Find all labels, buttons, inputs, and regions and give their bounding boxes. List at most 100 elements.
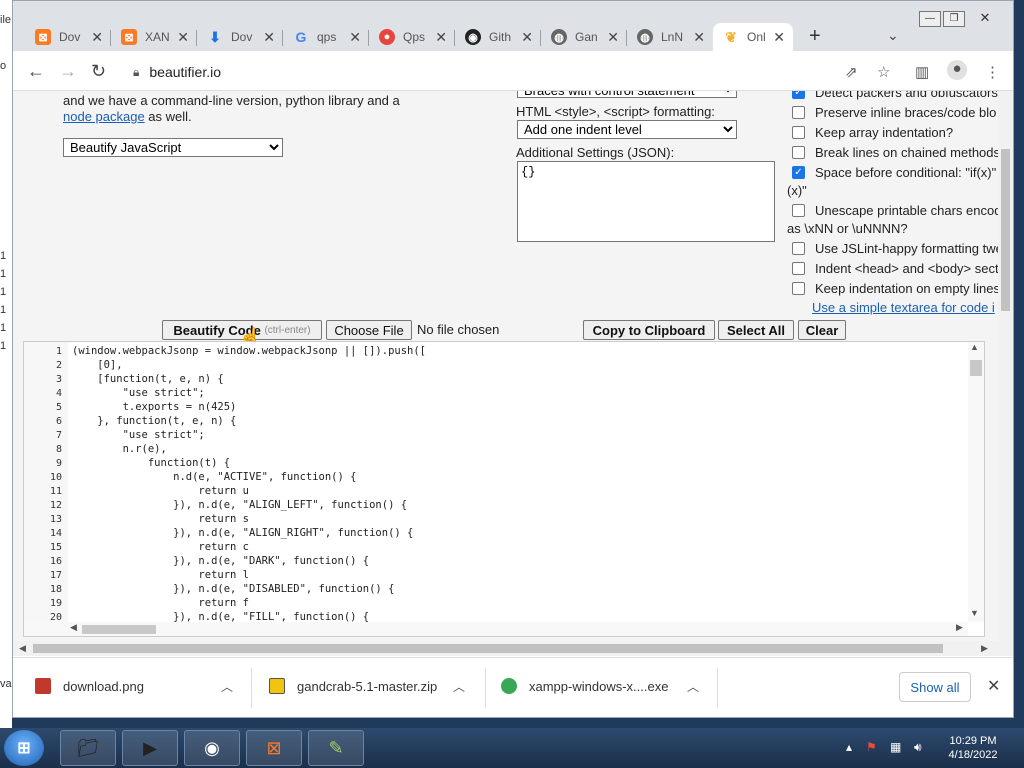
start-button[interactable]: ⊞: [4, 730, 44, 766]
volume-icon[interactable]: 🔊︎: [914, 740, 922, 755]
side-panel-icon[interactable]: ▥: [915, 63, 929, 81]
scroll-thumb[interactable]: [33, 644, 943, 653]
page-horizontal-scrollbar[interactable]: ◀ ▶: [13, 641, 1013, 656]
chevron-down-icon[interactable]: ⌄: [887, 27, 899, 44]
close-icon[interactable]: ✕: [607, 29, 619, 46]
clear-button[interactable]: Clear: [798, 320, 846, 340]
intro-text-2: node package as well.: [63, 109, 192, 124]
tab-2[interactable]: ⊠ XAN ✕: [111, 23, 197, 51]
tab-active[interactable]: ❦ Onl ✕: [713, 23, 793, 51]
close-icon[interactable]: ✕: [177, 29, 189, 46]
download-item[interactable]: gandcrab-5.1-master.zip: [269, 678, 437, 694]
xampp-icon[interactable]: ⊠: [246, 730, 302, 766]
checkbox-break-chained-methods[interactable]: Break lines on chained methods: [792, 145, 998, 160]
intro-text-rest: as well.: [144, 109, 192, 124]
tab-8[interactable]: ◍ LnN ✕: [627, 23, 713, 51]
desktop-text: 1: [0, 304, 7, 316]
action-center-icon[interactable]: ⚑: [866, 740, 877, 754]
additional-settings-textarea[interactable]: {}: [517, 161, 775, 242]
tab-label: Dov: [231, 30, 253, 44]
download-item[interactable]: xampp-windows-x....exe: [501, 678, 668, 694]
chevron-up-icon[interactable]: ︿: [687, 678, 699, 695]
copy-to-clipboard-button[interactable]: Copy to Clipboard: [583, 320, 715, 340]
editor-vertical-scrollbar[interactable]: ▲ ▼: [968, 342, 984, 622]
checkbox-indent-head-body[interactable]: Indent <head> and <body> sect: [792, 261, 998, 276]
tab-1[interactable]: ⊠ Dov ✕: [25, 23, 111, 51]
close-icon[interactable]: ✕: [263, 29, 275, 46]
checkbox-unescape-printable[interactable]: Unescape printable chars encod: [792, 203, 998, 218]
scroll-thumb[interactable]: [82, 625, 156, 634]
choose-file-button[interactable]: Choose File: [326, 320, 412, 340]
close-icon[interactable]: ✕: [773, 29, 785, 46]
close-window-icon[interactable]: ✕: [967, 11, 1003, 27]
new-tab-icon[interactable]: +: [809, 25, 821, 48]
profile-avatar-icon[interactable]: ●: [947, 60, 967, 80]
close-icon[interactable]: ✕: [435, 29, 447, 46]
bookmark-star-icon[interactable]: ☆: [877, 63, 890, 81]
forward-icon[interactable]: →: [59, 61, 77, 82]
tab-7[interactable]: ◍ Gan ✕: [541, 23, 627, 51]
simple-textarea-link[interactable]: Use a simple textarea for code i: [812, 300, 995, 315]
page-scroll-thumb[interactable]: [1001, 149, 1010, 311]
code-line: }, function(t, e, n) {: [72, 415, 237, 427]
tab-5[interactable]: ● Qps ✕: [369, 23, 455, 51]
node-package-link[interactable]: node package: [63, 109, 145, 124]
back-icon[interactable]: ←: [27, 61, 45, 82]
close-icon[interactable]: ✕: [521, 29, 533, 46]
github-icon: ◉: [465, 29, 481, 45]
select-all-button[interactable]: Select All: [718, 320, 794, 340]
checkbox-jslint-happy[interactable]: Use JSLint-happy formatting twe: [792, 241, 998, 256]
chevron-up-icon[interactable]: ▴: [846, 740, 852, 754]
scroll-thumb[interactable]: [970, 360, 982, 376]
checkbox-detect-packers[interactable]: ✓ Detect packers and obfuscators: [792, 91, 998, 100]
download-filename: download.png: [63, 678, 144, 694]
line-number: 13: [49, 514, 62, 525]
reload-icon[interactable]: ↻: [91, 61, 106, 82]
checkbox-preserve-inline-braces[interactable]: Preserve inline braces/code blo: [792, 105, 996, 120]
html-formatting-select[interactable]: Add one indent level: [517, 120, 737, 139]
explorer-icon[interactable]: 📁︎: [60, 730, 116, 766]
exe-file-icon: [501, 678, 517, 694]
scroll-down-icon[interactable]: ▼: [970, 608, 979, 618]
language-select[interactable]: Beautify JavaScript: [63, 138, 283, 157]
checkbox-keep-array-indentation[interactable]: Keep array indentation?: [792, 125, 953, 140]
download-filename: gandcrab-5.1-master.zip: [297, 678, 438, 694]
chevron-up-icon[interactable]: ︿: [221, 678, 233, 695]
scroll-left-icon[interactable]: ◀: [19, 643, 26, 654]
globe-icon: ◍: [637, 29, 653, 45]
address-bar[interactable]: 🔒︎ beautifier.io: [125, 57, 815, 87]
additional-settings-label: Additional Settings (JSON):: [516, 145, 675, 160]
show-all-button[interactable]: Show all: [899, 672, 971, 702]
notepad-plus-icon[interactable]: ✎: [308, 730, 364, 766]
code-line: n.r(e),: [72, 443, 167, 455]
scroll-right-icon[interactable]: ▶: [981, 643, 988, 654]
close-icon[interactable]: ✕: [987, 676, 1000, 696]
scroll-up-icon[interactable]: ▲: [970, 342, 979, 352]
tab-3[interactable]: ⬇ Dov ✕: [197, 23, 283, 51]
scroll-right-icon[interactable]: ▶: [956, 622, 963, 633]
braces-select[interactable]: Braces with control statement: [517, 91, 737, 98]
maximize-icon[interactable]: ❐: [943, 11, 965, 27]
close-icon[interactable]: ✕: [693, 29, 705, 46]
editor-horizontal-scrollbar[interactable]: ◀ ▶: [24, 622, 968, 636]
checkbox-space-before-conditional[interactable]: ✓ Space before conditional: "if(x)": [792, 165, 996, 180]
scroll-left-icon[interactable]: ◀: [70, 622, 77, 633]
download-item[interactable]: download.png: [35, 678, 144, 694]
tab-label: qps: [317, 30, 337, 44]
menu-kebab-icon[interactable]: ⋮: [985, 63, 1000, 81]
code-editor[interactable]: 123456789101112131415161718192021 (windo…: [23, 341, 985, 637]
intro-text: and we have a command-line version, pyth…: [63, 93, 400, 108]
network-icon[interactable]: ▦: [890, 740, 901, 754]
tab-4[interactable]: G qps ✕: [283, 23, 369, 51]
tab-label: XAN: [145, 30, 170, 44]
chevron-up-icon[interactable]: ︿: [453, 678, 465, 695]
share-icon[interactable]: ⇗: [845, 63, 858, 81]
tab-6[interactable]: ◉ Gith ✕: [455, 23, 541, 51]
minimize-icon[interactable]: —: [919, 11, 941, 27]
checkbox-keep-indentation-empty[interactable]: Keep indentation on empty lines: [792, 281, 998, 296]
close-icon[interactable]: ✕: [91, 29, 103, 46]
media-player-icon[interactable]: ▶: [122, 730, 178, 766]
chrome-icon[interactable]: ◉: [184, 730, 240, 766]
system-clock[interactable]: 10:29 PM 4/18/2022: [938, 734, 1008, 762]
close-icon[interactable]: ✕: [349, 29, 361, 46]
